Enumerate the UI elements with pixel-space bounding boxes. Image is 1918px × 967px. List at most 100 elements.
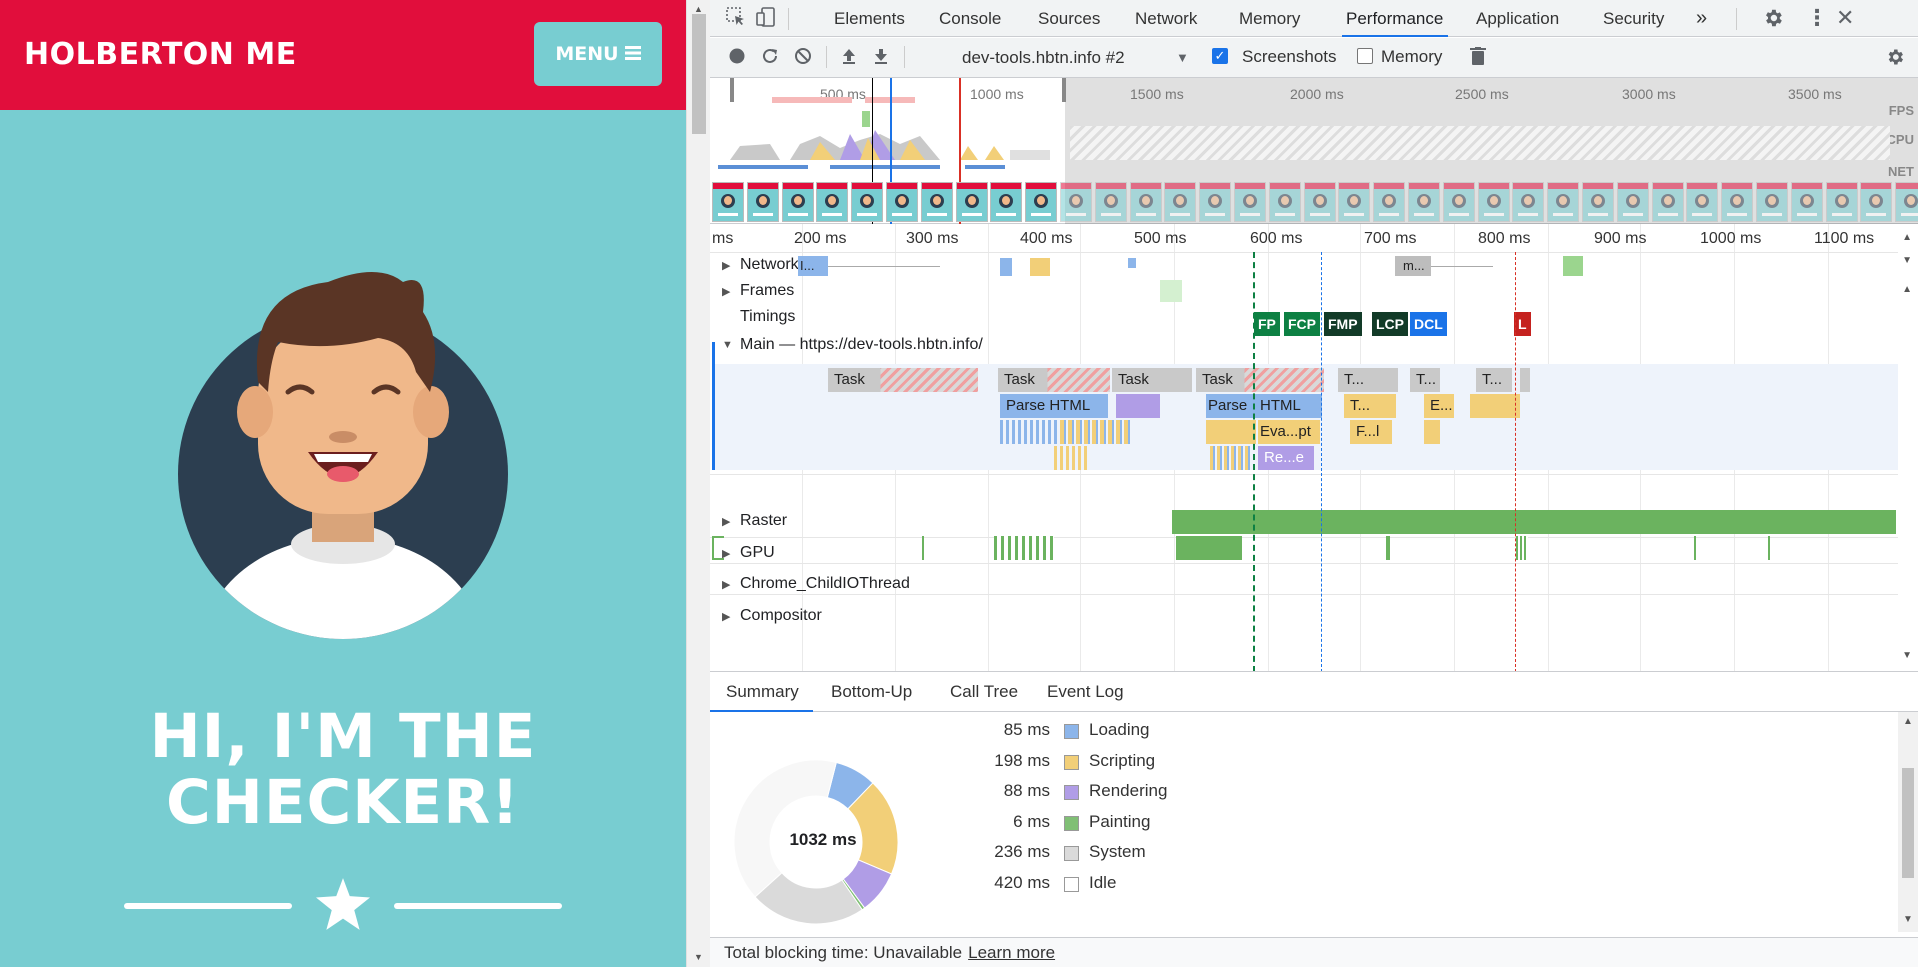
clear-icon[interactable] (794, 47, 812, 70)
collapse-main-triangle-icon[interactable]: ▼ (722, 339, 733, 351)
network-request[interactable] (1000, 258, 1012, 276)
tab-memory[interactable]: Memory (1239, 0, 1300, 37)
summary-scrollbar-thumb[interactable] (1902, 768, 1914, 878)
expand-compositor-triangle-icon[interactable]: ▶ (722, 610, 730, 623)
network-request[interactable]: m... (1395, 256, 1431, 276)
selection-handle-right[interactable] (1062, 78, 1066, 102)
track-raster[interactable]: Raster (740, 512, 787, 530)
more-tabs-chevron-icon[interactable]: » (1696, 0, 1707, 37)
tab-bottom-up[interactable]: Bottom-Up (831, 672, 912, 712)
gpu-small-tasks[interactable] (922, 536, 924, 560)
scroll-up-arrow-icon[interactable]: ▲ (694, 4, 703, 14)
filmstrip-screenshot[interactable] (746, 182, 779, 222)
summary-scroll-up-icon[interactable]: ▲ (1903, 716, 1913, 727)
filmstrip-screenshot[interactable] (1582, 182, 1614, 222)
page-scrollbar[interactable]: ▲ ▼ (686, 0, 710, 967)
expand-network-triangle-icon[interactable]: ▶ (722, 259, 730, 272)
gpu-task-block[interactable] (1176, 536, 1242, 560)
gpu-small-tasks[interactable] (1516, 536, 1528, 560)
summary-scrollbar[interactable]: ▲ ▼ (1898, 712, 1918, 932)
filmstrip-screenshot[interactable] (1303, 182, 1336, 222)
tab-application[interactable]: Application (1476, 0, 1559, 37)
expand-raster-triangle-icon[interactable]: ▶ (722, 515, 730, 528)
track-gpu[interactable]: GPU (740, 544, 775, 562)
tab-summary[interactable]: Summary (710, 672, 813, 712)
filmstrip-screenshot[interactable] (1790, 182, 1823, 222)
network-request[interactable]: I... (798, 256, 828, 276)
more-options-kebab-icon[interactable]: ⋮ (1806, 5, 1828, 31)
tab-console[interactable]: Console (939, 0, 1001, 37)
profile-select[interactable]: dev-tools.hbtn.info #2 (962, 48, 1125, 68)
filmstrip-screenshot[interactable] (990, 182, 1023, 222)
small-calls[interactable] (1060, 420, 1130, 444)
tab-performance[interactable]: Performance (1342, 0, 1448, 37)
timing-load[interactable]: L (1514, 312, 1531, 336)
network-request[interactable] (1030, 258, 1050, 276)
track-chrome-child-io[interactable]: Chrome_ChildIOThread (740, 575, 910, 593)
gpu-small-tasks[interactable] (994, 536, 1054, 560)
small-calls[interactable] (1000, 420, 1060, 444)
expand-frames-triangle-icon[interactable]: ▶ (722, 285, 730, 298)
scripting-block[interactable]: T... (1344, 394, 1396, 418)
scroll-down-arrow-icon[interactable]: ▼ (694, 952, 703, 962)
summary-scroll-down-icon[interactable]: ▼ (1903, 914, 1913, 925)
main-task-block[interactable]: Task (998, 368, 1110, 392)
scripting-block[interactable]: E... (1424, 394, 1454, 418)
filmstrip-screenshot[interactable] (1164, 182, 1197, 222)
filmstrip-screenshot[interactable] (1025, 182, 1058, 222)
filmstrip-screenshot[interactable] (1129, 182, 1162, 222)
screenshots-checkbox[interactable]: ✓ (1212, 48, 1228, 64)
timing-lcp[interactable]: LCP (1372, 312, 1408, 336)
page-scrollbar-thumb[interactable] (692, 14, 706, 134)
dropdown-arrow-icon[interactable]: ▼ (1176, 50, 1189, 65)
filmstrip-screenshot[interactable] (1060, 182, 1092, 222)
filmstrip-screenshot[interactable] (1234, 182, 1266, 222)
filmstrip-screenshot[interactable] (851, 182, 884, 222)
filmstrip-screenshot[interactable] (816, 182, 849, 222)
inspect-element-icon[interactable] (726, 7, 746, 32)
evaluate-script-block[interactable]: Eva...pt (1258, 420, 1320, 444)
small-calls[interactable] (1210, 446, 1250, 470)
filmstrip-screenshot[interactable] (955, 182, 988, 222)
flame-chart[interactable]: ms 200 ms 300 ms 400 ms 500 ms 600 ms 70… (710, 224, 1918, 672)
expand-childio-triangle-icon[interactable]: ▶ (722, 578, 730, 591)
filmstrip-screenshot[interactable] (1408, 182, 1440, 222)
save-profile-icon[interactable] (872, 47, 890, 70)
timing-fmp[interactable]: FMP (1324, 312, 1362, 336)
filmstrip-screenshot[interactable] (1895, 182, 1918, 222)
parse-html-block[interactable]: Parse (1206, 394, 1258, 418)
main-task-block[interactable]: Task (1196, 368, 1324, 392)
filmstrip-screenshot[interactable] (781, 182, 814, 222)
network-request[interactable] (1563, 256, 1583, 276)
filmstrip-screenshot[interactable] (1756, 182, 1788, 222)
filmstrip-screenshot[interactable] (1268, 182, 1301, 222)
menu-button[interactable]: MENU (534, 22, 662, 86)
flame-scroll-down-icon[interactable]: ▼ (1902, 255, 1912, 266)
gpu-small-tasks[interactable] (1386, 536, 1390, 560)
scripting-block[interactable] (1424, 420, 1440, 444)
scripting-block[interactable] (1206, 420, 1256, 444)
filmstrip-screenshot[interactable] (1686, 182, 1719, 222)
garbage-collect-trash-icon[interactable] (1470, 47, 1486, 70)
capture-settings-gear-icon[interactable] (1885, 47, 1905, 72)
filmstrip-screenshot[interactable] (1338, 182, 1371, 222)
settings-gear-icon[interactable] (1762, 7, 1784, 34)
main-task-block[interactable]: T... (1410, 368, 1440, 392)
filmstrip-screenshot[interactable] (1373, 182, 1406, 222)
filmstrip-screenshot[interactable] (1825, 182, 1858, 222)
filmstrip-screenshot[interactable] (1199, 182, 1232, 222)
track-network[interactable]: Network (740, 256, 799, 274)
scripting-block[interactable] (1470, 394, 1520, 418)
timing-fp[interactable]: FP (1254, 312, 1280, 336)
main-task-block[interactable]: Task (828, 368, 978, 392)
tab-sources[interactable]: Sources (1038, 0, 1100, 37)
track-compositor[interactable]: Compositor (740, 607, 822, 625)
tab-event-log[interactable]: Event Log (1047, 672, 1124, 712)
filmstrip-screenshot[interactable] (1860, 182, 1893, 222)
filmstrip-screenshot[interactable] (712, 182, 744, 222)
reload-record-icon[interactable] (761, 47, 779, 70)
main-scroll-down-icon[interactable]: ▼ (1902, 650, 1912, 661)
brand-logo-text[interactable]: HOLBERTON ME (24, 37, 297, 72)
expand-gpu-triangle-icon[interactable]: ▶ (722, 547, 730, 560)
network-request[interactable] (1128, 258, 1136, 268)
